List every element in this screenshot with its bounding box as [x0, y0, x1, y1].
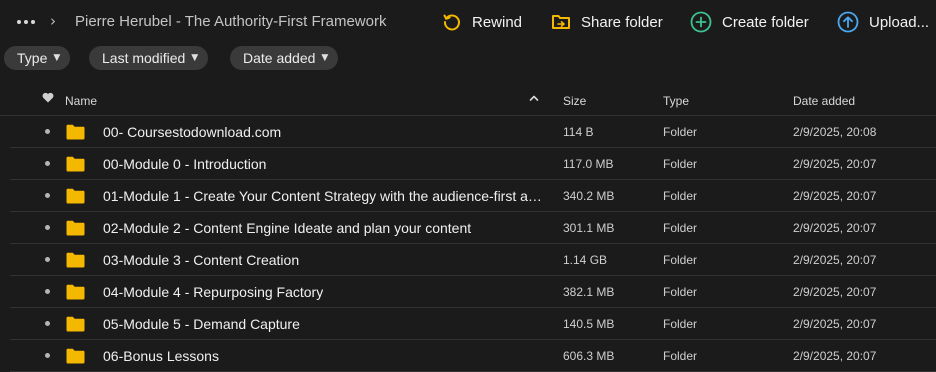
row-size: 1.14 GB	[563, 253, 608, 267]
row-name[interactable]: 05-Module 5 - Demand Capture	[103, 316, 300, 332]
row-type: Folder	[663, 189, 698, 203]
row-name[interactable]: 00-Module 0 - Introduction	[103, 156, 266, 172]
last-modified-filter-chip[interactable]: Last modified ▼	[89, 46, 209, 70]
row-type: Folder	[663, 285, 698, 299]
row-date-added: 2/9/2025, 20:07	[793, 221, 877, 235]
table-row[interactable]: 05-Module 5 - Demand Capture 140.5 MB Fold…	[10, 308, 936, 340]
favorite-heart-icon[interactable]	[42, 92, 54, 106]
share-folder-label: Share folder	[581, 13, 663, 31]
upload-button[interactable]: Upload...	[837, 9, 929, 35]
row-date-added: 2/9/2025, 20:07	[793, 157, 877, 171]
row-select-dot[interactable]	[45, 321, 50, 326]
share-folder-button[interactable]: Share folder	[551, 9, 663, 35]
row-size: 114 B	[563, 125, 594, 139]
row-size: 340.2 MB	[563, 189, 615, 203]
table-header: Name Size Type Date added	[0, 84, 936, 116]
sort-ascending-icon[interactable]	[528, 92, 540, 107]
row-name[interactable]: 04-Module 4 - Repurposing Factory	[103, 284, 323, 300]
table-row[interactable]: 01-Module 1 - Create Your Content Strate…	[10, 180, 936, 212]
chevron-down-icon: ▼	[53, 53, 61, 63]
row-select-dot[interactable]	[45, 257, 50, 262]
row-type: Folder	[663, 349, 698, 363]
folder-icon	[66, 188, 85, 204]
table-row[interactable]: 00-Module 0 - Introduction 117.0 MB Folder…	[10, 148, 936, 180]
create-folder-button[interactable]: Create folder	[690, 9, 809, 35]
row-type: Folder	[663, 125, 698, 139]
folder-icon	[66, 156, 85, 172]
row-name[interactable]: 02-Module 2 - Content Engine Ideate and …	[103, 220, 471, 236]
table-row[interactable]: 06-Bonus Lessons 606.3 MB Folder 2/9/2025, …	[10, 340, 936, 372]
column-header-size[interactable]: Size	[563, 94, 586, 108]
chevron-down-icon: ▼	[321, 53, 329, 63]
row-date-added: 2/9/2025, 20:07	[793, 349, 877, 363]
row-size: 301.1 MB	[563, 221, 615, 235]
row-select-dot[interactable]	[45, 289, 50, 294]
table-row[interactable]: 00- Coursestodownload.com 114 B Folder 2/9/…	[10, 116, 936, 148]
folder-icon	[66, 124, 85, 140]
row-name[interactable]: 00- Coursestodownload.com	[103, 124, 281, 140]
row-size: 117.0 MB	[563, 157, 614, 171]
table-row[interactable]: 04-Module 4 - Repurposing Factory 382.1 M…	[10, 276, 936, 308]
create-folder-label: Create folder	[722, 13, 809, 31]
column-header-name[interactable]: Name	[65, 94, 97, 108]
row-date-added: 2/9/2025, 20:07	[793, 253, 877, 267]
plus-circle-icon	[690, 11, 712, 33]
row-select-dot[interactable]	[45, 129, 50, 134]
rewind-icon	[443, 14, 460, 31]
folder-icon	[66, 220, 85, 236]
more-options-icon[interactable]	[17, 14, 41, 30]
folder-icon	[66, 348, 85, 364]
type-filter-chip[interactable]: Type ▼	[4, 46, 71, 70]
folder-icon	[66, 284, 85, 300]
row-select-dot[interactable]	[45, 193, 50, 198]
row-select-dot[interactable]	[45, 225, 50, 230]
row-type: Folder	[663, 317, 698, 331]
rewind-button[interactable]: Rewind	[442, 9, 522, 35]
folder-icon	[66, 252, 85, 268]
row-name[interactable]: 06-Bonus Lessons	[103, 348, 219, 364]
row-select-dot[interactable]	[45, 161, 50, 166]
row-size: 140.5 MB	[563, 317, 615, 331]
rewind-label: Rewind	[472, 13, 523, 31]
date-added-filter-chip[interactable]: Date added ▼	[230, 46, 339, 70]
row-type: Folder	[663, 221, 698, 235]
row-name[interactable]: 01-Module 1 - Create Your Content Strate…	[103, 188, 545, 204]
filter-bar: Type ▼ Last modified ▼ Date added ▼	[0, 46, 936, 70]
chevron-down-icon: ▼	[191, 53, 199, 63]
row-date-added: 2/9/2025, 20:07	[793, 317, 877, 331]
chevron-right-icon: ›	[50, 12, 56, 30]
breadcrumb-current-folder[interactable]: Pierre Herubel - The Authority-First Fra…	[75, 13, 386, 30]
row-date-added: 2/9/2025, 20:07	[793, 189, 877, 203]
column-header-type[interactable]: Type	[663, 94, 689, 108]
type-filter-label: Type	[17, 50, 48, 66]
date-added-filter-label: Date added	[243, 50, 316, 66]
column-header-date-added[interactable]: Date added	[793, 94, 855, 108]
top-bar: › Pierre Herubel - The Authority-First F…	[0, 0, 936, 44]
row-date-added: 2/9/2025, 20:08	[793, 125, 877, 139]
row-date-added: 2/9/2025, 20:07	[793, 285, 877, 299]
row-size: 606.3 MB	[563, 349, 615, 363]
last-modified-filter-label: Last modified	[102, 50, 186, 66]
upload-label: Upload...	[869, 13, 930, 31]
row-type: Folder	[663, 253, 698, 267]
row-type: Folder	[663, 157, 698, 171]
share-folder-icon	[552, 15, 570, 29]
table-row[interactable]: 02-Module 2 - Content Engine Ideate and …	[10, 212, 936, 244]
upload-icon	[837, 11, 859, 33]
row-size: 382.1 MB	[563, 285, 615, 299]
folder-icon	[66, 316, 85, 332]
table-row[interactable]: 03-Module 3 - Content Creation 1.14 GB Fol…	[10, 244, 936, 276]
row-name[interactable]: 03-Module 3 - Content Creation	[103, 252, 299, 268]
row-select-dot[interactable]	[45, 353, 50, 358]
